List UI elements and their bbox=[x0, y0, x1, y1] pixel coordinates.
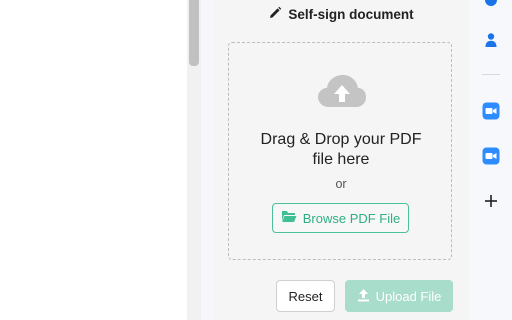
divider bbox=[201, 0, 213, 320]
folder-open-icon bbox=[281, 210, 297, 226]
upload-icon bbox=[357, 288, 370, 305]
browse-pdf-button[interactable]: Browse PDF File bbox=[272, 203, 409, 233]
side-panel-bar bbox=[469, 0, 512, 320]
upload-file-button[interactable]: Upload File bbox=[345, 280, 453, 312]
panel-title-text: Self-sign document bbox=[288, 6, 414, 22]
drag-drop-text: Drag & Drop your PDF file here bbox=[229, 130, 453, 170]
pen-icon bbox=[268, 6, 282, 23]
drag-drop-line1: Drag & Drop your PDF bbox=[260, 131, 422, 148]
plus-icon[interactable] bbox=[481, 191, 501, 211]
contacts-icon[interactable] bbox=[481, 30, 501, 50]
zoom-video-icon[interactable] bbox=[481, 101, 501, 121]
drag-drop-line2: file here bbox=[312, 151, 370, 168]
upload-file-label: Upload File bbox=[375, 288, 442, 304]
left-pane bbox=[0, 0, 187, 320]
or-separator: or bbox=[335, 177, 347, 191]
reset-button[interactable]: Reset bbox=[276, 280, 335, 312]
pdf-dropzone[interactable]: Drag & Drop your PDF file here or Browse… bbox=[228, 42, 452, 260]
circle-icon[interactable] bbox=[481, 0, 501, 10]
browse-pdf-label: Browse PDF File bbox=[302, 210, 401, 226]
zoom-video-icon-2[interactable] bbox=[481, 146, 501, 166]
scrollbar-thumb[interactable] bbox=[189, 0, 199, 66]
side-bar-divider bbox=[482, 74, 500, 75]
panel-title: Self-sign document bbox=[213, 4, 469, 24]
cloud-upload-icon bbox=[317, 73, 367, 111]
